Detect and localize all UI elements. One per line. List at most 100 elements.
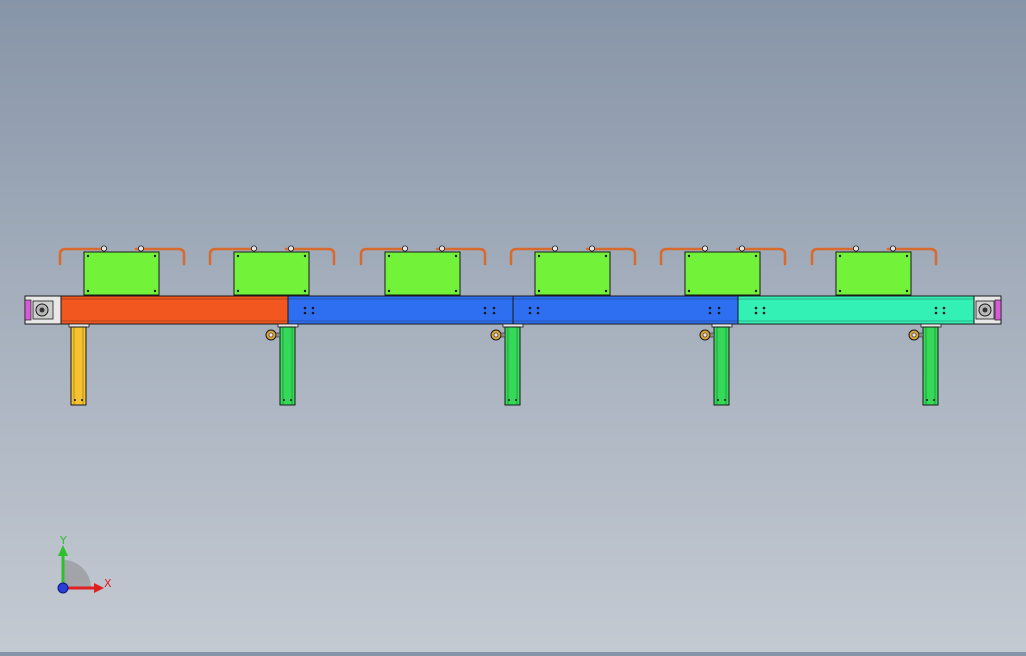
bolt [536,311,540,315]
handle-pivot [589,245,596,252]
handle-pivot [890,245,897,252]
leg-screw [290,399,292,401]
bolt [762,306,766,310]
leg-screw [717,399,719,401]
motor-knob [265,329,281,341]
module-screw [604,254,608,258]
bolt [754,306,758,310]
conveyor-assembly-view: Y X [24,245,1002,594]
carrier-module [58,245,186,296]
module-body [534,251,611,296]
bolt [717,311,721,315]
end-cap-left-strip [24,299,32,321]
module-body [384,251,461,296]
module-screw [905,254,909,258]
handle-pivot [702,245,709,252]
module-screw [236,289,240,293]
bolt [528,311,532,315]
motor-knob [490,329,506,341]
handle-pivot [137,245,144,252]
module-screw [153,254,157,258]
module-screw [387,289,391,293]
bolt [942,311,946,315]
leg-post [504,326,521,406]
y-axis-label: Y [59,534,67,547]
motor-knob [699,329,715,341]
beam-segment-teal [737,295,975,325]
leg-screw [81,399,83,401]
beam-segment-blue-2 [512,295,739,325]
bolt [708,311,712,315]
bolt [942,306,946,310]
bolt [528,306,532,310]
cad-viewport[interactable]: Y X [0,0,1026,652]
module-screw [303,254,307,258]
bolt [934,311,938,315]
conveyor-beam [24,295,1002,325]
drive-pulley-left [32,300,54,320]
handle-pivot [401,245,408,252]
bolt [483,311,487,315]
leg-post [70,326,87,406]
carrier-module [509,245,637,296]
bolt [708,306,712,310]
carrier-module [659,245,787,296]
module-screw [754,254,758,258]
leg-post [713,326,730,406]
module-screw [303,289,307,293]
bolt [492,311,496,315]
module-body [233,251,310,296]
bolt [311,306,315,310]
bolt [717,306,721,310]
module-screw [153,289,157,293]
bolt [762,311,766,315]
module-screw [687,254,691,258]
handle-pivot [739,245,746,252]
module-screw [454,254,458,258]
beam-segment-orange [60,295,289,325]
module-body [684,251,761,296]
module-screw [537,289,541,293]
bolt [536,306,540,310]
end-cap-right-strip [994,299,1002,321]
handle-pivot [853,245,860,252]
leg-screw [283,399,285,401]
support-leg [68,323,90,406]
leg-post [922,326,939,406]
leg-screw [926,399,928,401]
leg-screw [515,399,517,401]
module-screw [687,289,691,293]
handle-pivot [250,245,257,252]
module-body [835,251,912,296]
leg-screw [508,399,510,401]
leg-screw [933,399,935,401]
module-screw [838,254,842,258]
bolt [483,306,487,310]
motor-knob [908,329,924,341]
handle-pivot [287,245,294,252]
carrier-module [810,245,938,296]
module-screw [387,254,391,258]
module-screw [86,254,90,258]
module-screw [754,289,758,293]
bolt [303,311,307,315]
bolt [492,306,496,310]
bolt [311,311,315,315]
module-screw [604,289,608,293]
module-body [83,251,160,296]
bolt [754,311,758,315]
handle-pivot [438,245,445,252]
carrier-module [359,245,487,296]
x-axis-label: X [104,577,112,590]
leg-screw [74,399,76,401]
module-screw [537,254,541,258]
support-leg [699,323,733,406]
module-screw [86,289,90,293]
support-leg [908,323,942,406]
leg-screw [724,399,726,401]
support-leg [490,323,524,406]
leg-post [279,326,296,406]
support-leg [265,323,299,406]
handle-pivot [101,245,108,252]
drive-pulley-right [975,300,995,320]
